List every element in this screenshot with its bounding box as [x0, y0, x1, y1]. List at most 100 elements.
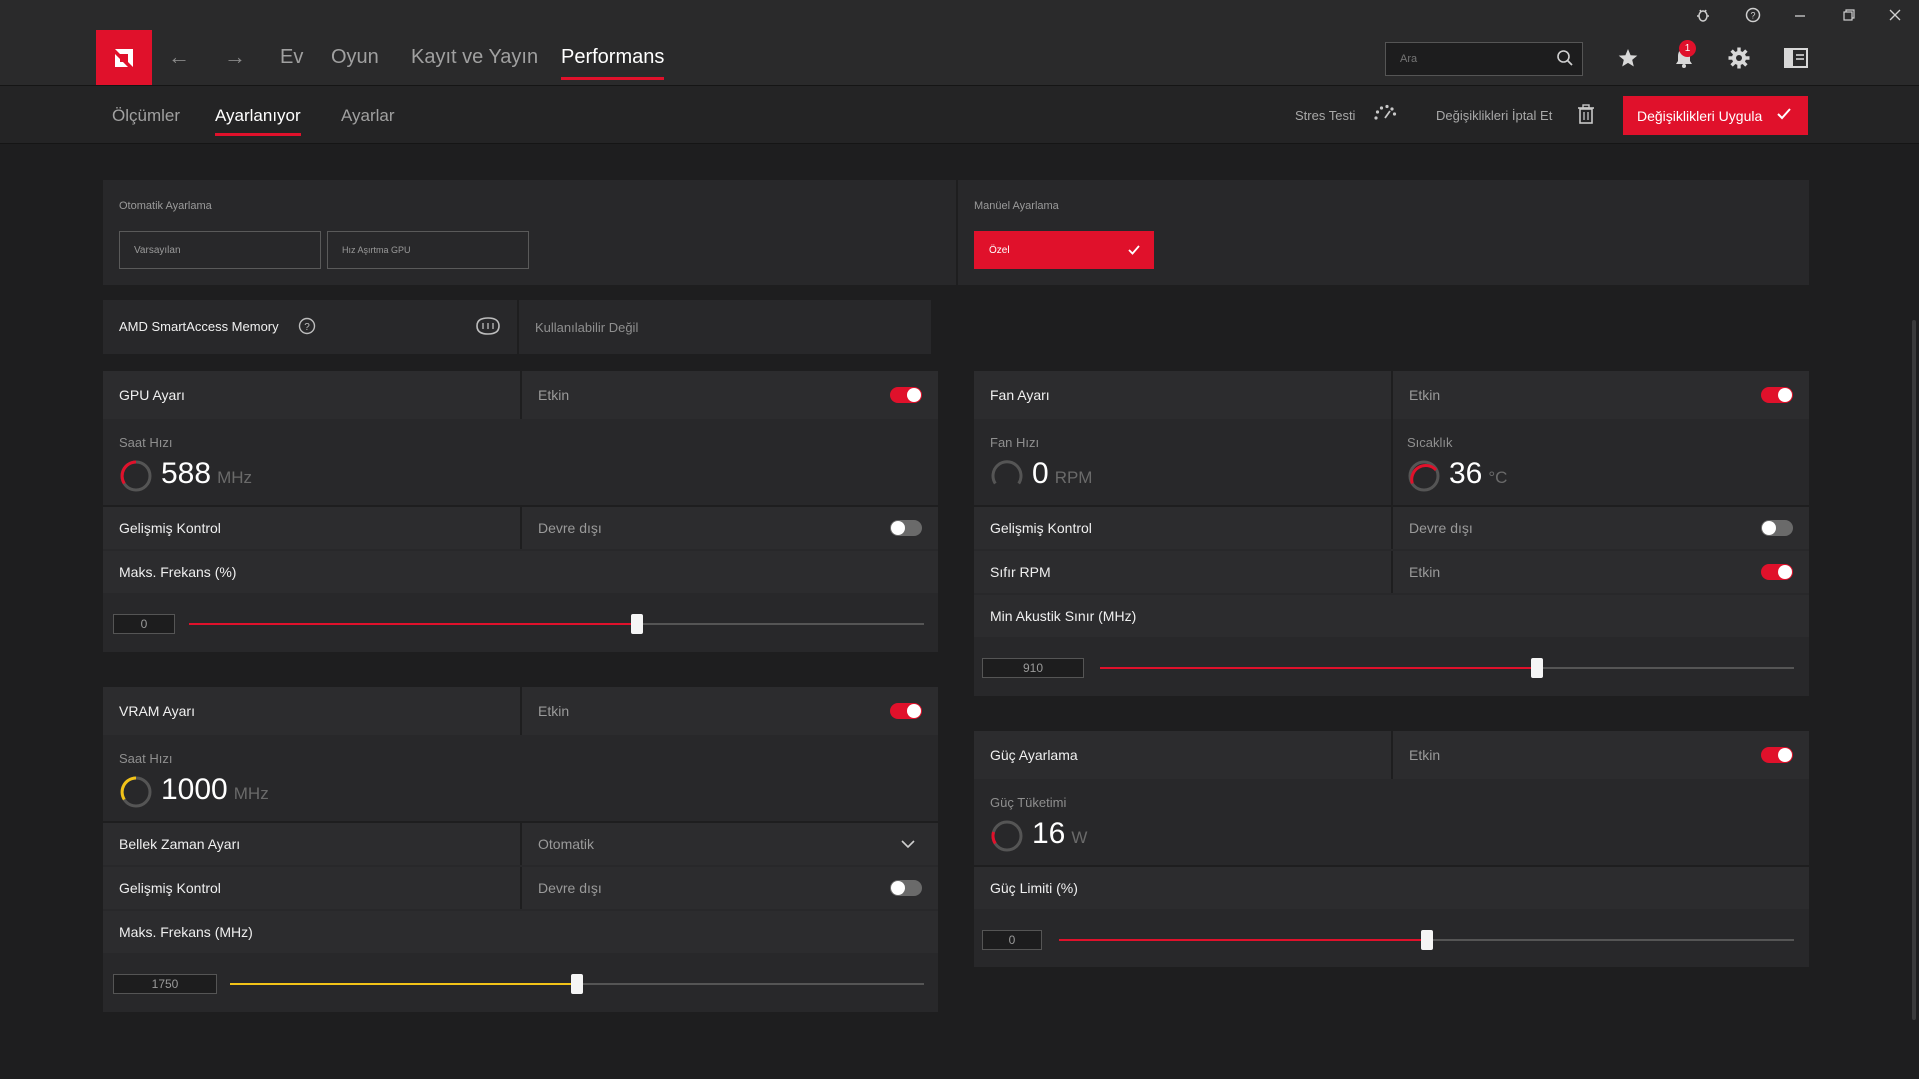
close-icon[interactable] [1872, 0, 1918, 30]
vram-clock-unit: MHz [233, 784, 269, 803]
fan-advanced-state: Devre dışı [1409, 520, 1473, 536]
power-limit-input[interactable]: 0 [982, 930, 1042, 950]
minimize-icon[interactable] [1777, 0, 1823, 30]
gpu-max-freq-slider[interactable] [189, 614, 924, 634]
apply-changes-label: Değişiklikleri Uygula [1637, 107, 1763, 124]
bug-report-icon[interactable] [1680, 0, 1726, 30]
power-limit-slider[interactable] [1059, 930, 1794, 950]
sam-status: Kullanılabilir Değil [535, 320, 639, 335]
temperature-value: 36 [1449, 457, 1483, 490]
power-tuning-panel: Güç Ayarlama Etkin Güç Tüketimi 16 W Güç … [974, 731, 1809, 967]
gpu-max-freq-input[interactable]: 0 [113, 614, 175, 634]
nav-item-oyun[interactable]: Oyun [331, 46, 379, 69]
gpu-clock-metric: Saat Hızı 588 MHz [119, 435, 419, 495]
help-icon[interactable]: ? [1730, 0, 1776, 30]
zero-rpm-state: Etkin [1409, 564, 1441, 580]
fan-speed-label: Fan Hızı [990, 435, 1040, 450]
manual-tuning-panel: Manüel Ayarlama Özel [958, 180, 1809, 285]
vram-advanced-toggle[interactable] [890, 880, 922, 896]
preset-overclock-gpu-button[interactable]: Hız Aşırtma GPU [327, 231, 529, 269]
preset-custom-button[interactable]: Özel [974, 231, 1154, 269]
tab-ayarlaniyor[interactable]: Ayarlanıyor [215, 106, 301, 136]
fan-advanced-row: Gelişmiş Kontrol Devre dışı [974, 507, 1809, 549]
fan-speed-metric: Fan Hızı 0 RPM [990, 435, 1290, 495]
chevron-down-icon[interactable] [901, 837, 915, 855]
fan-tuning-row: Fan Ayarı Etkin [974, 371, 1809, 419]
back-arrow-icon[interactable]: ← [168, 44, 190, 70]
top-navigation: ← → Ev Oyun Kayıt ve Yayın Performans 1 [0, 30, 1919, 86]
fan-speed-gauge-icon [990, 459, 1024, 498]
help-circle-icon[interactable]: ? [298, 317, 316, 340]
search-input[interactable] [1386, 43, 1536, 75]
discard-changes-button[interactable]: Değişiklikleri İptal Et [1436, 108, 1552, 123]
gpu-clock-value: 588 [161, 457, 212, 490]
manual-tuning-label: Manüel Ayarlama [974, 200, 1059, 212]
vram-clock-gauge-icon [119, 775, 153, 814]
temperature-metric: Sıcaklık 36 °C [1407, 435, 1707, 495]
power-usage-metric: Güç Tüketimi 16 W [990, 795, 1290, 855]
power-tuning-toggle[interactable] [1761, 747, 1793, 763]
vram-tuning-toggle[interactable] [890, 703, 922, 719]
slider-fill [230, 983, 577, 985]
trash-icon[interactable] [1578, 104, 1594, 129]
memory-timing-label: Bellek Zaman Ayarı [119, 836, 241, 852]
slider-thumb[interactable] [1420, 930, 1433, 950]
vram-advanced-row: Gelişmiş Kontrol Devre dışı [103, 867, 938, 909]
slider-thumb[interactable] [571, 974, 583, 994]
stress-test-gauge-icon[interactable] [1372, 104, 1398, 127]
preset-default-button[interactable]: Varsayılan [119, 231, 321, 269]
forward-arrow-icon[interactable]: → [224, 44, 246, 70]
nav-item-ev[interactable]: Ev [280, 46, 303, 69]
gpu-tuning-toggle[interactable] [890, 387, 922, 403]
divider [517, 300, 519, 354]
acoustic-limit-row: Min Akustik Sınır (MHz) [974, 595, 1809, 637]
tab-olcumler[interactable]: Ölçümler [112, 106, 180, 126]
sidebar-panel-icon[interactable] [1780, 42, 1812, 74]
sub-navigation: Ölçümler Ayarlanıyor Ayarlar Stres Testi… [0, 86, 1919, 144]
divider [520, 687, 522, 735]
gpu-advanced-toggle[interactable] [890, 520, 922, 536]
fan-advanced-toggle[interactable] [1761, 520, 1793, 536]
settings-gear-icon[interactable] [1723, 42, 1755, 74]
fan-speed-unit: RPM [1054, 468, 1093, 487]
memory-timing-row[interactable]: Bellek Zaman Ayarı Otomatik [103, 823, 938, 865]
restore-icon[interactable] [1826, 0, 1872, 30]
nav-item-performans[interactable]: Performans [561, 46, 665, 80]
search-icon[interactable] [1556, 49, 1574, 72]
divider [1391, 731, 1393, 779]
preset-custom-label: Özel [989, 244, 1010, 256]
slider-thumb[interactable] [631, 614, 644, 634]
memory-timing-dropdown[interactable]: Otomatik [538, 836, 594, 852]
favorites-star-icon[interactable] [1612, 42, 1644, 74]
vram-max-freq-slider[interactable] [230, 974, 924, 994]
scrollbar[interactable] [1912, 320, 1916, 1020]
fan-tuning-toggle[interactable] [1761, 387, 1793, 403]
amd-logo[interactable] [96, 30, 152, 85]
svg-text:?: ? [1750, 11, 1755, 21]
gpu-max-freq-label: Maks. Frekans (%) [119, 564, 237, 580]
power-tuning-state: Etkin [1409, 747, 1441, 763]
power-tuning-row: Güç Ayarlama Etkin [974, 731, 1809, 779]
tab-ayarlar[interactable]: Ayarlar [341, 106, 395, 126]
slider-thumb[interactable] [1531, 658, 1544, 678]
divider [1391, 507, 1393, 549]
vram-clock-value: 1000 [161, 773, 228, 806]
zero-rpm-toggle[interactable] [1761, 564, 1793, 580]
gpu-max-freq-row: Maks. Frekans (%) [103, 551, 938, 593]
vram-tuning-row: VRAM Ayarı Etkin [103, 687, 938, 735]
fan-tuning-panel: Fan Ayarı Etkin Fan Hızı 0 RPM Sıcaklık 3… [974, 371, 1809, 696]
apply-changes-button[interactable]: Değişiklikleri Uygula [1623, 96, 1808, 135]
acoustic-limit-input[interactable]: 910 [982, 658, 1084, 678]
sam-label: AMD SmartAccess Memory [119, 319, 279, 334]
vram-max-freq-input[interactable]: 1750 [113, 974, 217, 994]
search-box[interactable] [1385, 42, 1583, 76]
acoustic-limit-label: Min Akustik Sınır (MHz) [990, 608, 1137, 624]
stress-test-button[interactable]: Stres Testi [1295, 108, 1355, 123]
divider [1391, 551, 1393, 593]
divider [520, 823, 522, 865]
vram-advanced-label: Gelişmiş Kontrol [119, 880, 221, 896]
acoustic-limit-slider[interactable] [1100, 658, 1794, 678]
vram-clock-label: Saat Hızı [119, 751, 173, 766]
checkmark-icon [1127, 243, 1141, 260]
nav-item-kayit-ve-yayin[interactable]: Kayıt ve Yayın [411, 46, 538, 69]
